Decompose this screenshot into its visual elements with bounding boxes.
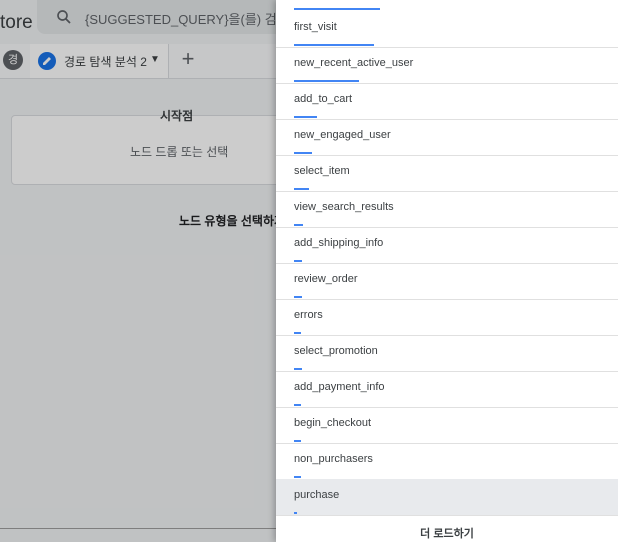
event-name: view_search_results	[294, 201, 394, 213]
event-name: new_engaged_user	[294, 129, 391, 141]
event-volume-bar	[294, 116, 317, 118]
item-bar-partial	[294, 8, 380, 10]
event-name: errors	[294, 309, 323, 321]
list-item[interactable]: view_search_results	[276, 191, 618, 228]
list-item[interactable]: add_shipping_info	[276, 227, 618, 264]
event-volume-bar	[294, 440, 301, 442]
list-item[interactable]: add_to_cart	[276, 83, 618, 120]
event-volume-bar	[294, 368, 302, 370]
event-volume-bar	[294, 80, 359, 82]
event-volume-bar	[294, 404, 301, 406]
event-name: purchase	[294, 489, 340, 501]
event-volume-bar	[294, 152, 312, 154]
event-volume-bar	[294, 44, 374, 46]
list-item[interactable]: review_order	[276, 263, 618, 300]
event-name: select_promotion	[294, 345, 378, 357]
list-item[interactable]: non_purchasers	[276, 443, 618, 480]
event-name: non_purchasers	[294, 453, 373, 465]
list-item[interactable]: new_engaged_user	[276, 119, 618, 156]
event-name: add_to_cart	[294, 93, 353, 105]
list-item[interactable]: purchase	[276, 479, 618, 516]
load-more-button[interactable]: 더 로드하기	[276, 516, 618, 542]
list-item[interactable]: errors	[276, 299, 618, 336]
event-name: review_order	[294, 273, 358, 285]
event-volume-bar	[294, 476, 301, 478]
event-name: add_shipping_info	[294, 237, 384, 249]
event-volume-bar	[294, 260, 302, 262]
list-item[interactable]: add_payment_info	[276, 371, 618, 408]
event-name: first_visit	[294, 21, 337, 33]
list-item[interactable]: new_recent_active_user	[276, 47, 618, 84]
node-select-panel: first_visit new_recent_active_user add_to_…	[276, 0, 618, 542]
event-volume-bar	[294, 332, 301, 334]
event-name: add_payment_info	[294, 381, 385, 393]
event-name: select_item	[294, 165, 350, 177]
load-more-label: 더 로드하기	[420, 528, 474, 540]
event-name: begin_checkout	[294, 417, 372, 429]
event-volume-bar	[294, 512, 297, 514]
list-item[interactable]: select_promotion	[276, 335, 618, 372]
event-volume-bar	[294, 296, 302, 298]
list-item[interactable]: first_visit	[276, 11, 618, 48]
list-item[interactable]: begin_checkout	[276, 407, 618, 444]
list-item[interactable]: select_item	[276, 155, 618, 192]
event-name: new_recent_active_user	[294, 57, 414, 69]
event-volume-bar	[294, 188, 309, 190]
event-volume-bar	[294, 224, 303, 226]
